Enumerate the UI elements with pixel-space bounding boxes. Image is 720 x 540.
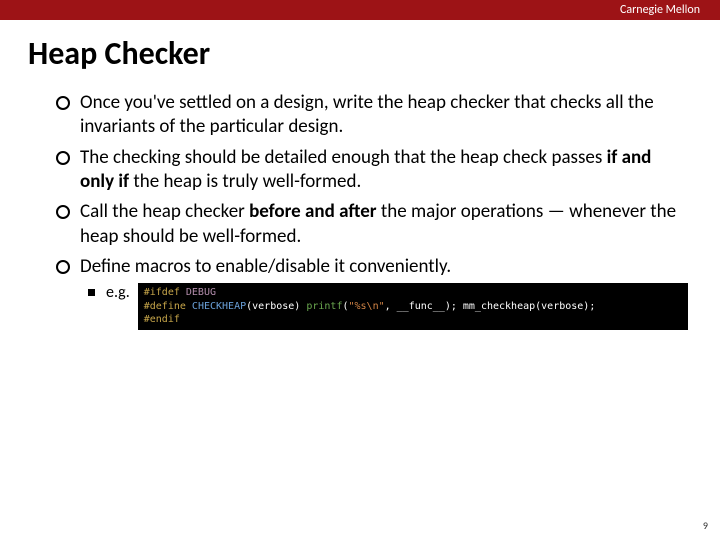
bullet-text: Once you've settled on a design, write t… — [80, 91, 654, 138]
code-line: #define CHECKHEAP(verbose) printf("%s\n"… — [144, 300, 680, 314]
code-line: #endif — [144, 313, 680, 327]
slide-title: Heap Checker — [0, 20, 720, 79]
brand-label: Carnegie Mellon — [620, 3, 700, 17]
bullet-item: Once you've settled on a design, write t… — [56, 91, 688, 140]
bullet-text: The checking should be detailed enough t… — [80, 146, 607, 169]
sub-label: e.g. — [106, 283, 130, 303]
page-number: 9 — [703, 519, 708, 532]
bullet-text: Call the heap checker — [80, 200, 249, 223]
bullet-item: Call the heap checker before and after t… — [56, 200, 688, 249]
sub-item: e.g. #ifdef DEBUG #define CHECKHEAP(verb… — [80, 283, 688, 330]
bullet-text: Define macros to enable/disable it conve… — [80, 255, 451, 278]
bullet-bold: before and after — [249, 200, 376, 223]
slide-content: Once you've settled on a design, write t… — [0, 79, 720, 330]
sub-list: e.g. #ifdef DEBUG #define CHECKHEAP(verb… — [80, 283, 688, 330]
bullet-item: The checking should be detailed enough t… — [56, 146, 688, 195]
code-snippet: #ifdef DEBUG #define CHECKHEAP(verbose) … — [138, 283, 688, 330]
top-bar: Carnegie Mellon — [0, 0, 720, 20]
bullet-item: Define macros to enable/disable it conve… — [56, 255, 688, 330]
bullet-text: the heap is truly well-formed. — [129, 170, 361, 193]
slide: Carnegie Mellon Heap Checker Once you've… — [0, 0, 720, 540]
bullet-list: Once you've settled on a design, write t… — [56, 91, 688, 330]
code-line: #ifdef DEBUG — [144, 286, 680, 300]
